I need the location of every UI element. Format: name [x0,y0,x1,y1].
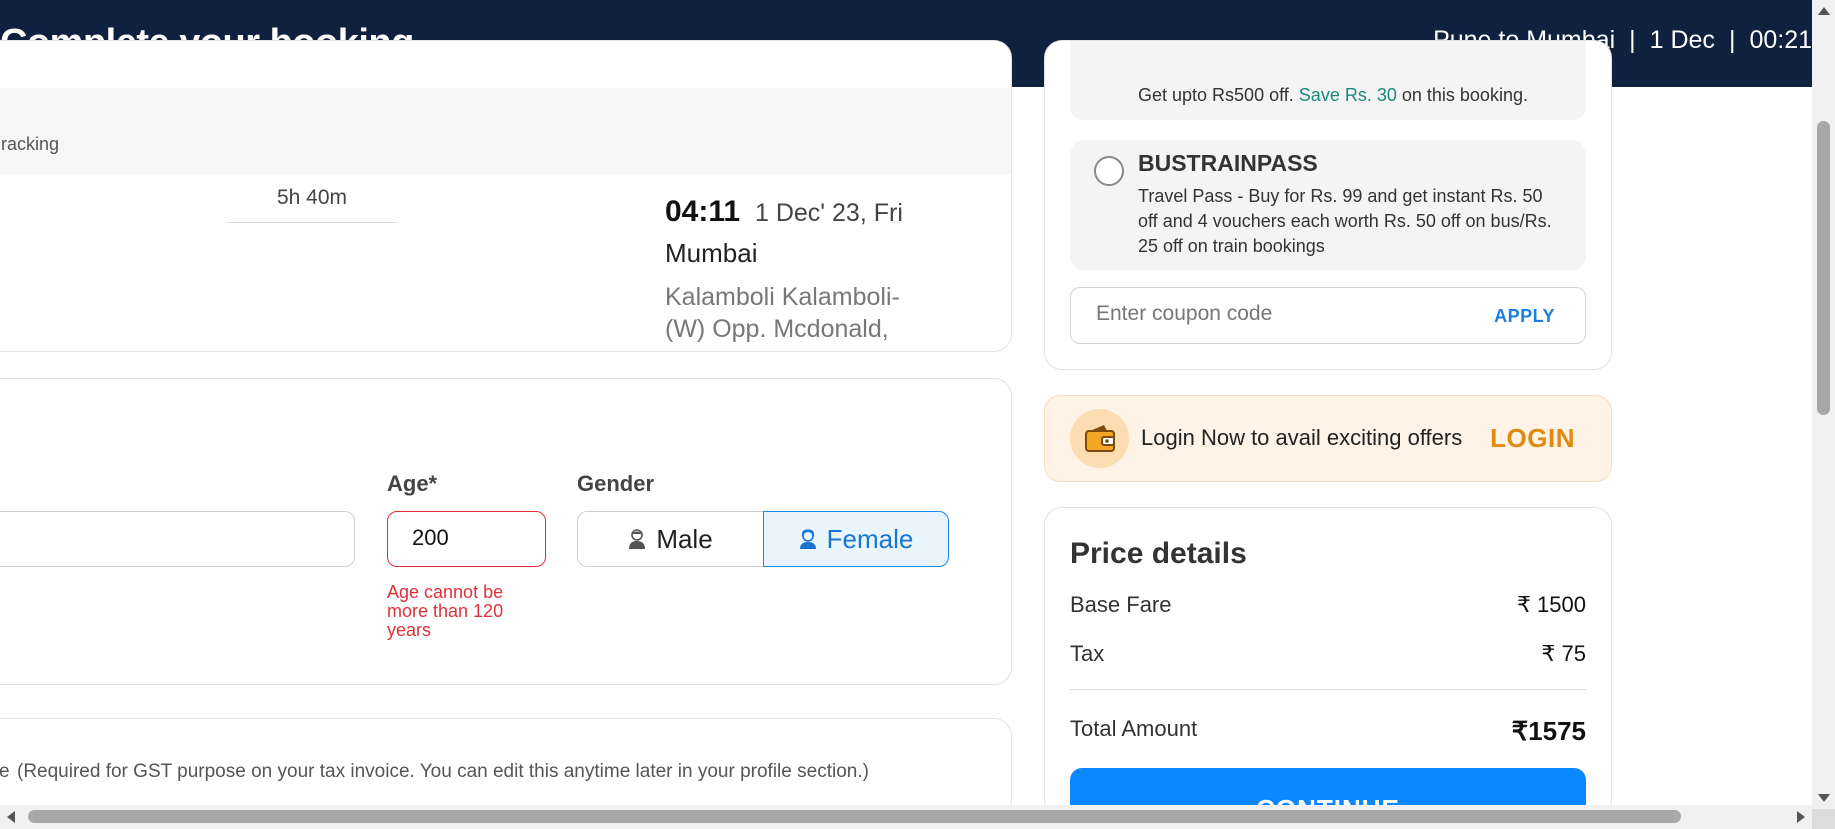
gender-male-button[interactable]: Male [577,511,763,567]
tax-label: Tax [1070,641,1105,666]
gender-selector: Male Female [577,511,949,567]
tracking-strip: racking [0,88,1011,174]
base-fare-value: ₹ 1500 [1516,592,1586,617]
arrival-time: 04:11 [665,195,741,228]
price-divider [1070,689,1586,690]
total-amount-value: ₹1575 [1511,716,1586,746]
scroll-right-arrow-icon[interactable] [1797,811,1805,823]
name-input[interactable] [0,511,355,567]
coupon-description: Travel Pass - Buy for Rs. 99 and get ins… [1138,186,1552,256]
gender-female-label: Female [826,523,914,554]
base-fare-row: Base Fare ₹ 1500 [1070,592,1586,618]
base-fare-label: Base Fare [1070,592,1172,617]
separator: | [1629,26,1636,54]
arrival-city: Mumbai [665,238,758,268]
offer-tile[interactable]: Get upto Rs500 off. Save Rs. 30 on this … [1070,41,1586,120]
booking-page: Complete your booking Pune to Mumbai|1 D… [0,0,1835,829]
tracking-text: racking [1,134,60,154]
gender-male-label: Male [656,523,713,554]
scrollbar-corner [1812,809,1835,829]
vertical-scroll-thumb[interactable] [1817,121,1830,415]
coupon-code-input[interactable] [1096,302,1456,326]
arrival-date: 1 Dec' 23, Fri [755,199,903,227]
tax-value: ₹ 75 [1541,641,1586,666]
age-error-message: Age cannot be more than 120 years [387,582,504,640]
male-icon [629,529,646,549]
coupon-radio[interactable] [1094,156,1124,186]
price-details-card: Price details Base Fare ₹ 1500 Tax ₹ 75 … [1044,507,1612,829]
vertical-scrollbar[interactable] [1812,0,1835,809]
age-label: Age* [387,471,438,496]
trip-date: 1 Dec [1649,26,1715,54]
offer-text: Get upto Rs500 off. [1138,85,1294,105]
gst-label-fragment: e [0,761,10,782]
gst-note: (Required for GST purpose on your tax in… [17,761,869,782]
total-amount-row: Total Amount ₹1575 [1070,716,1586,746]
offer-text-suffix: on this booking. [1401,85,1528,105]
price-details-title: Price details [1070,537,1247,570]
apply-coupon-button[interactable]: APPLY [1494,306,1555,327]
wallet-icon [1070,409,1129,468]
trip-time: 00:21 [1749,26,1812,54]
horizontal-scroll-thumb[interactable] [28,810,1681,823]
journey-duration: 5h 40m [226,186,398,223]
scroll-left-arrow-icon[interactable] [7,811,15,823]
coupon-input-box: APPLY [1070,287,1586,344]
female-icon [799,529,816,549]
gender-label: Gender [577,471,655,496]
horizontal-scrollbar[interactable] [0,805,1812,829]
login-button[interactable]: LOGIN [1490,423,1575,454]
separator: | [1728,26,1736,54]
coupon-tile-bustrainpass[interactable]: BUSTRAINPASS Travel Pass - Buy for Rs. 9… [1070,140,1586,270]
traveller-details-card: Age* 200 Age cannot be more than 120 yea… [0,378,1012,685]
journey-card: racking 5h 40m 04:11 1 Dec' 23, Fri Mumb… [0,40,1012,352]
gender-female-button[interactable]: Female [763,511,949,567]
coupon-code: BUSTRAINPASS [1138,150,1318,176]
login-banner: Login Now to avail exciting offers LOGIN [1044,395,1612,482]
offer-description: Get upto Rs500 off. Save Rs. 30 on this … [1138,85,1528,106]
tax-row: Tax ₹ 75 [1070,641,1586,667]
arrival-stop: Kalamboli Kalamboli-(W) Opp. Mcdonald, H… [665,283,900,351]
offer-savings: Save Rs. 30 [1298,85,1397,105]
scroll-down-arrow-icon[interactable] [1818,794,1830,802]
offers-card: Get upto Rs500 off. Save Rs. 30 on this … [1044,40,1612,370]
login-banner-text: Login Now to avail exciting offers [1141,425,1463,450]
scroll-up-arrow-icon[interactable] [1818,7,1830,15]
total-amount-label: Total Amount [1070,716,1198,741]
age-input[interactable]: 200 [387,511,546,567]
